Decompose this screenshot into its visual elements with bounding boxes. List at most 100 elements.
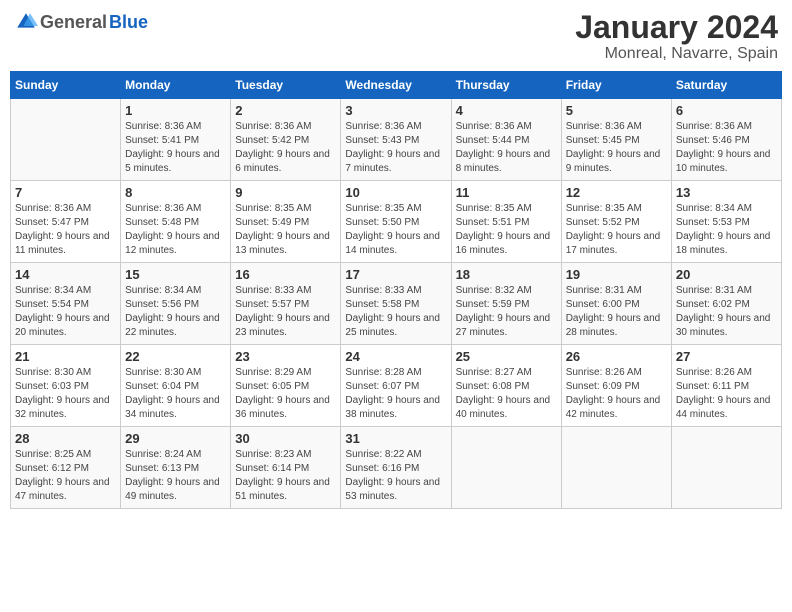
day-info: Sunrise: 8:22 AMSunset: 6:16 PMDaylight:… [345,448,446,504]
calendar-cell: 12Sunrise: 8:35 AMSunset: 5:52 PMDayligh… [561,181,671,263]
calendar-cell: 1 Sunrise: 8:36 AMSunset: 5:41 PMDaylight… [121,99,231,181]
day-number: 15 [125,267,226,282]
calendar-week-row: 21Sunrise: 8:30 AMSunset: 6:03 PMDayligh… [11,345,782,427]
calendar-cell: 10 Sunrise: 8:35 AMSunset: 5:50 PMDayligh… [341,181,451,263]
weekday-header-saturday: Saturday [671,72,781,99]
day-number: 31 [345,431,446,446]
day-number: 26 [566,349,667,364]
day-number: 23 [235,349,336,364]
month-title: January 2024 [575,10,778,45]
day-number: 22 [125,349,226,364]
day-number: 10 [345,185,446,200]
day-number: 27 [676,349,777,364]
day-info: Sunrise: 8:36 AMSunset: 5:41 PMDaylight:… [125,120,226,176]
calendar-cell: 21Sunrise: 8:30 AMSunset: 6:03 PMDayligh… [11,345,121,427]
day-info: Sunrise: 8:31 AMSunset: 6:02 PMDaylight:… [676,284,777,340]
weekday-header-thursday: Thursday [451,72,561,99]
logo-blue-text: Blue [109,12,148,33]
day-info: Sunrise: 8:23 AMSunset: 6:14 PMDaylight:… [235,448,336,504]
day-number: 21 [15,349,116,364]
day-number: 6 [676,103,777,118]
day-number: 5 [566,103,667,118]
day-info: Sunrise: 8:36 AMSunset: 5:43 PMDaylight:… [345,120,446,176]
day-info: Sunrise: 8:35 AMSunset: 5:49 PMDaylight:… [235,202,336,258]
day-info: Sunrise: 8:24 AMSunset: 6:13 PMDaylight:… [125,448,226,504]
logo-icon [14,10,38,34]
location-title: Monreal, Navarre, Spain [575,45,778,63]
calendar-cell: 29 Sunrise: 8:24 AMSunset: 6:13 PMDayligh… [121,427,231,509]
day-number: 4 [456,103,557,118]
calendar-cell: 28 Sunrise: 8:25 AMSunset: 6:12 PMDayligh… [11,427,121,509]
day-number: 17 [345,267,446,282]
calendar-cell: 8Sunrise: 8:36 AMSunset: 5:48 PMDaylight… [121,181,231,263]
day-info: Sunrise: 8:26 AMSunset: 6:09 PMDaylight:… [566,366,667,422]
day-number: 28 [15,431,116,446]
day-info: Sunrise: 8:36 AMSunset: 5:46 PMDaylight:… [676,120,777,176]
calendar-cell: 9 Sunrise: 8:35 AMSunset: 5:49 PMDaylight… [231,181,341,263]
day-number: 16 [235,267,336,282]
weekday-header-sunday: Sunday [11,72,121,99]
day-number: 14 [15,267,116,282]
day-number: 7 [15,185,116,200]
calendar-cell: 17 Sunrise: 8:33 AMSunset: 5:58 PMDayligh… [341,263,451,345]
day-info: Sunrise: 8:36 AMSunset: 5:47 PMDaylight:… [15,202,116,258]
calendar-cell: 23 Sunrise: 8:29 AMSunset: 6:05 PMDayligh… [231,345,341,427]
day-info: Sunrise: 8:35 AMSunset: 5:51 PMDaylight:… [456,202,557,258]
weekday-header-monday: Monday [121,72,231,99]
day-number: 1 [125,103,226,118]
day-number: 30 [235,431,336,446]
day-info: Sunrise: 8:28 AMSunset: 6:07 PMDaylight:… [345,366,446,422]
day-number: 24 [345,349,446,364]
calendar-cell: 13 Sunrise: 8:34 AMSunset: 5:53 PMDayligh… [671,181,781,263]
header: General Blue January 2024 Monreal, Navar… [10,10,782,63]
calendar-cell: 4Sunrise: 8:36 AMSunset: 5:44 PMDaylight… [451,99,561,181]
calendar-table: SundayMondayTuesdayWednesdayThursdayFrid… [10,71,782,509]
calendar-cell: 20 Sunrise: 8:31 AMSunset: 6:02 PMDayligh… [671,263,781,345]
day-info: Sunrise: 8:29 AMSunset: 6:05 PMDaylight:… [235,366,336,422]
calendar-body: 1 Sunrise: 8:36 AMSunset: 5:41 PMDaylight… [11,99,782,509]
day-number: 3 [345,103,446,118]
day-info: Sunrise: 8:27 AMSunset: 6:08 PMDaylight:… [456,366,557,422]
day-number: 19 [566,267,667,282]
day-info: Sunrise: 8:25 AMSunset: 6:12 PMDaylight:… [15,448,116,504]
day-info: Sunrise: 8:33 AMSunset: 5:57 PMDaylight:… [235,284,336,340]
day-info: Sunrise: 8:36 AMSunset: 5:42 PMDaylight:… [235,120,336,176]
calendar-cell: 11Sunrise: 8:35 AMSunset: 5:51 PMDayligh… [451,181,561,263]
calendar-cell: 3 Sunrise: 8:36 AMSunset: 5:43 PMDaylight… [341,99,451,181]
day-info: Sunrise: 8:26 AMSunset: 6:11 PMDaylight:… [676,366,777,422]
day-info: Sunrise: 8:32 AMSunset: 5:59 PMDaylight:… [456,284,557,340]
calendar-week-row: 28 Sunrise: 8:25 AMSunset: 6:12 PMDayligh… [11,427,782,509]
calendar-cell: 30 Sunrise: 8:23 AMSunset: 6:14 PMDayligh… [231,427,341,509]
weekday-header-friday: Friday [561,72,671,99]
day-number: 12 [566,185,667,200]
day-info: Sunrise: 8:31 AMSunset: 6:00 PMDaylight:… [566,284,667,340]
day-number: 25 [456,349,557,364]
day-info: Sunrise: 8:30 AMSunset: 6:04 PMDaylight:… [125,366,226,422]
calendar-cell: 19 Sunrise: 8:31 AMSunset: 6:00 PMDayligh… [561,263,671,345]
day-info: Sunrise: 8:36 AMSunset: 5:48 PMDaylight:… [125,202,226,258]
calendar-cell: 7 Sunrise: 8:36 AMSunset: 5:47 PMDaylight… [11,181,121,263]
calendar-cell: 31 Sunrise: 8:22 AMSunset: 6:16 PMDayligh… [341,427,451,509]
calendar-cell: 5 Sunrise: 8:36 AMSunset: 5:45 PMDaylight… [561,99,671,181]
calendar-week-row: 7 Sunrise: 8:36 AMSunset: 5:47 PMDaylight… [11,181,782,263]
day-info: Sunrise: 8:33 AMSunset: 5:58 PMDaylight:… [345,284,446,340]
day-info: Sunrise: 8:34 AMSunset: 5:53 PMDaylight:… [676,202,777,258]
calendar-week-row: 1 Sunrise: 8:36 AMSunset: 5:41 PMDaylight… [11,99,782,181]
day-number: 2 [235,103,336,118]
logo: General Blue [14,10,148,34]
calendar-cell [451,427,561,509]
day-number: 13 [676,185,777,200]
calendar-cell: 6 Sunrise: 8:36 AMSunset: 5:46 PMDaylight… [671,99,781,181]
day-info: Sunrise: 8:35 AMSunset: 5:50 PMDaylight:… [345,202,446,258]
calendar-cell: 18Sunrise: 8:32 AMSunset: 5:59 PMDayligh… [451,263,561,345]
day-info: Sunrise: 8:34 AMSunset: 5:56 PMDaylight:… [125,284,226,340]
day-number: 9 [235,185,336,200]
calendar-week-row: 14Sunrise: 8:34 AMSunset: 5:54 PMDayligh… [11,263,782,345]
day-info: Sunrise: 8:36 AMSunset: 5:45 PMDaylight:… [566,120,667,176]
day-number: 20 [676,267,777,282]
day-number: 29 [125,431,226,446]
calendar-cell: 25 Sunrise: 8:27 AMSunset: 6:08 PMDayligh… [451,345,561,427]
calendar-cell: 14Sunrise: 8:34 AMSunset: 5:54 PMDayligh… [11,263,121,345]
calendar-cell [671,427,781,509]
calendar-cell: 27 Sunrise: 8:26 AMSunset: 6:11 PMDayligh… [671,345,781,427]
